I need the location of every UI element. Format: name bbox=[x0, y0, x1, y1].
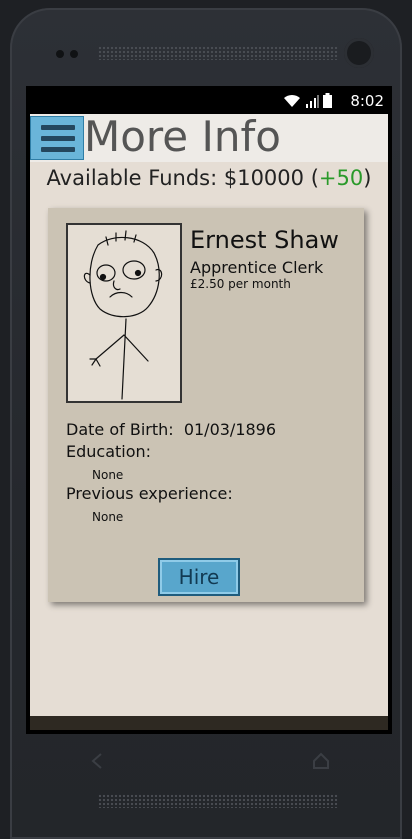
clock: 8:02 bbox=[350, 92, 384, 110]
hire-button[interactable]: Hire bbox=[158, 558, 240, 596]
dob-row: Date of Birth: 01/03/1896 bbox=[66, 420, 276, 439]
status-bar: 8:02 bbox=[26, 86, 392, 114]
wifi-icon bbox=[284, 94, 300, 107]
education-value: None bbox=[92, 468, 124, 482]
battery-icon bbox=[323, 93, 332, 108]
bottom-bar bbox=[30, 716, 388, 730]
available-funds: Available Funds: $10000 (+50) bbox=[30, 166, 388, 190]
sensor-dot bbox=[70, 50, 78, 58]
back-key-icon[interactable] bbox=[90, 752, 104, 770]
app-header: More Info bbox=[30, 112, 388, 162]
app-content: More Info Available Funds: $10000 (+50) bbox=[30, 112, 388, 716]
hamburger-icon-bar bbox=[41, 147, 75, 152]
page-title: More Info bbox=[84, 112, 281, 161]
education-label: Education: bbox=[66, 442, 152, 461]
hamburger-icon-bar bbox=[41, 125, 75, 130]
dob-value: 01/03/1896 bbox=[183, 420, 277, 439]
front-camera bbox=[344, 38, 374, 68]
menu-button[interactable] bbox=[30, 116, 84, 160]
stick-figure-drawing bbox=[83, 230, 163, 400]
candidate-pay: £2.50 per month bbox=[190, 277, 291, 291]
earpiece-speaker bbox=[98, 46, 338, 60]
candidate-card: Ernest Shaw Apprentice Clerk £2.50 per m… bbox=[48, 208, 364, 602]
candidate-role: Apprentice Clerk bbox=[190, 258, 324, 277]
home-key-icon[interactable] bbox=[312, 752, 330, 770]
experience-value: None bbox=[92, 510, 124, 524]
sensor-dot bbox=[56, 50, 64, 58]
hamburger-icon-bar bbox=[41, 136, 75, 141]
candidate-name: Ernest Shaw bbox=[190, 226, 339, 254]
candidate-portrait bbox=[66, 223, 182, 403]
funds-delta: +50 bbox=[318, 166, 364, 190]
funds-label: Available Funds: $10000 bbox=[46, 166, 305, 190]
funds-close-paren: ) bbox=[363, 166, 372, 190]
funds-open-paren: ( bbox=[310, 166, 319, 190]
experience-label: Previous experience: bbox=[66, 484, 233, 503]
signal-icon bbox=[306, 95, 319, 108]
bottom-speaker bbox=[98, 794, 338, 808]
dob-label: Date of Birth: bbox=[66, 420, 174, 439]
screen: 8:02 More Info Available Funds: $10000 (… bbox=[26, 86, 392, 734]
